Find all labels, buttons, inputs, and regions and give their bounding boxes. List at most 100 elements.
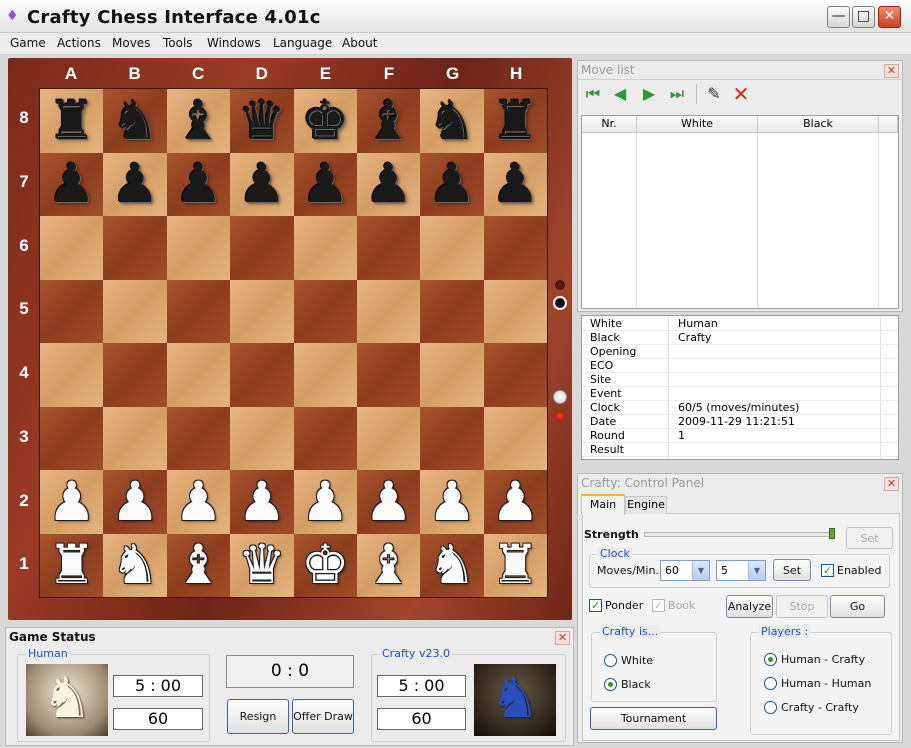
square-g2[interactable]: ♟ [420, 470, 484, 534]
square-a5[interactable] [40, 279, 104, 343]
close-button[interactable]: ✕ [878, 6, 901, 28]
minutes-select[interactable]: 5 ▼ [716, 560, 766, 581]
black-pawn-icon[interactable]: ♟ [238, 157, 286, 211]
go-button[interactable]: Go [830, 595, 885, 618]
black-pawn-icon[interactable]: ♟ [174, 157, 222, 211]
square-a6[interactable] [40, 216, 104, 280]
title-bar[interactable]: ♦ Crafty Chess Interface 4.01c — □ ✕ [0, 0, 911, 33]
square-g6[interactable] [420, 216, 484, 280]
delete-icon[interactable]: ✕ [729, 83, 753, 105]
black-knight-icon[interactable]: ♞ [111, 93, 159, 148]
white-pawn-icon[interactable]: ♟ [111, 474, 159, 529]
white-knight-icon[interactable]: ♞ [111, 538, 159, 592]
square-f3[interactable] [356, 406, 421, 470]
menu-tools[interactable]: Tools [163, 36, 193, 50]
white-knight-icon[interactable]: ♞ [428, 538, 476, 592]
black-pawn-icon[interactable]: ♟ [364, 157, 412, 211]
square-a8[interactable]: ♜ [40, 89, 104, 153]
white-bishop-icon[interactable]: ♝ [364, 538, 412, 592]
first-move-icon[interactable]: ⏮ [581, 83, 605, 105]
menu-windows[interactable]: Windows [207, 36, 261, 50]
square-d6[interactable] [230, 216, 294, 280]
previous-move-icon[interactable]: ◀ [608, 83, 632, 105]
menu-language[interactable]: Language [273, 36, 332, 50]
square-d4[interactable] [230, 343, 294, 407]
black-queen-icon[interactable]: ♛ [238, 93, 286, 148]
square-d5[interactable] [230, 279, 294, 343]
white-pawn-icon[interactable]: ♟ [174, 474, 222, 529]
square-a2[interactable]: ♟ [40, 470, 104, 534]
white-bishop-icon[interactable]: ♝ [174, 538, 222, 592]
white-queen-icon[interactable]: ♛ [238, 538, 286, 592]
black-knight-icon[interactable]: ♞ [428, 93, 476, 148]
menu-about[interactable]: About [342, 36, 377, 50]
white-pawn-icon[interactable]: ♟ [364, 474, 412, 529]
square-f4[interactable] [356, 343, 421, 407]
square-g5[interactable] [420, 279, 484, 343]
strength-set-button[interactable]: Set [846, 527, 893, 549]
maximize-button[interactable]: □ [852, 6, 875, 28]
enabled-checkbox[interactable]: ✓ [821, 564, 834, 577]
square-h7[interactable]: ♟ [483, 152, 547, 216]
square-a4[interactable] [40, 343, 104, 407]
square-c6[interactable] [166, 216, 231, 280]
column-header-white[interactable]: White [637, 116, 758, 133]
square-a7[interactable]: ♟ [40, 152, 104, 216]
black-rook-icon[interactable]: ♜ [47, 93, 95, 148]
white-pawn-icon[interactable]: ♟ [428, 474, 476, 529]
white-king-icon[interactable]: ♚ [301, 538, 349, 592]
square-b5[interactable] [103, 279, 167, 343]
square-e1[interactable]: ♚ [293, 533, 357, 597]
square-a3[interactable] [40, 406, 104, 470]
square-h6[interactable] [483, 216, 547, 280]
pencil-icon[interactable]: ✎ [702, 83, 726, 105]
square-b1[interactable]: ♞ [103, 533, 167, 597]
square-g7[interactable]: ♟ [420, 152, 484, 216]
square-f2[interactable]: ♟ [356, 470, 421, 534]
square-c7[interactable]: ♟ [166, 152, 231, 216]
tab-main[interactable]: Main [581, 494, 625, 515]
next-move-icon[interactable]: ▶ [637, 83, 661, 105]
black-pawn-icon[interactable]: ♟ [47, 157, 95, 211]
white-rook-icon[interactable]: ♜ [491, 538, 539, 592]
control-panel-close-button[interactable]: ✕ [884, 477, 899, 491]
ponder-checkbox[interactable]: ✓ [589, 599, 602, 612]
white-pawn-icon[interactable]: ♟ [301, 474, 349, 529]
square-d1[interactable]: ♛ [230, 533, 294, 597]
crafty-black-radio[interactable] [604, 678, 617, 691]
menu-actions[interactable]: Actions [57, 36, 101, 50]
square-b6[interactable] [103, 216, 167, 280]
human-crafty-radio[interactable] [764, 653, 777, 666]
menu-moves[interactable]: Moves [112, 36, 150, 50]
black-pawn-icon[interactable]: ♟ [301, 157, 349, 211]
square-f5[interactable] [356, 279, 421, 343]
white-pawn-icon[interactable]: ♟ [491, 474, 539, 529]
square-h4[interactable] [483, 343, 547, 407]
analyze-button[interactable]: Analyze [726, 595, 773, 618]
square-c5[interactable] [166, 279, 231, 343]
square-c1[interactable]: ♝ [166, 533, 231, 597]
square-e8[interactable]: ♚ [293, 89, 357, 153]
square-c2[interactable]: ♟ [166, 470, 231, 534]
crafty-crafty-radio[interactable] [764, 701, 777, 714]
square-e5[interactable] [293, 279, 357, 343]
square-h2[interactable]: ♟ [483, 470, 547, 534]
square-g4[interactable] [420, 343, 484, 407]
square-d2[interactable]: ♟ [230, 470, 294, 534]
square-f1[interactable]: ♝ [356, 533, 421, 597]
book-checkbox[interactable]: ✓ [652, 599, 665, 612]
square-d7[interactable]: ♟ [230, 152, 294, 216]
last-move-icon[interactable]: ⏭ [665, 83, 689, 105]
square-b3[interactable] [103, 406, 167, 470]
offer-draw-button[interactable]: Offer Draw [292, 699, 354, 734]
menu-game[interactable]: Game [10, 36, 46, 50]
black-bishop-icon[interactable]: ♝ [364, 93, 412, 148]
square-c3[interactable] [166, 406, 231, 470]
black-bishop-icon[interactable]: ♝ [174, 93, 222, 148]
square-f6[interactable] [356, 216, 421, 280]
black-rook-icon[interactable]: ♜ [491, 93, 539, 148]
chess-board[interactable]: ♜ ♞ ♝ ♛ ♚ ♝ ♞ ♜ ♟ ♟ ♟ ♟ ♟ ♟ ♟ ♟ ♟ ♟ ♟ ♟ ♟ ♟ ♟ ♟ ♜ ♞ ♝ ♛ ♚ ♝ ♞ ♜ [39, 88, 548, 598]
square-f8[interactable]: ♝ [356, 89, 421, 153]
strength-slider[interactable] [644, 532, 834, 537]
square-d3[interactable] [230, 406, 294, 470]
